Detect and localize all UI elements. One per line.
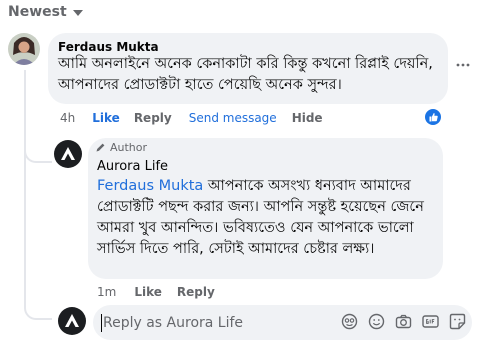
reply-button[interactable]: Reply xyxy=(134,111,172,125)
comment-bubble: Ferdaus Mukta আমি অনলাইনে অনেক কেনাকাটা … xyxy=(48,33,448,104)
reply-bubble: Author Aurora Life Ferdaus Mukta আপনাকে … xyxy=(88,138,443,279)
reply-reply-button[interactable]: Reply xyxy=(177,285,215,299)
reply-like-button[interactable]: Like xyxy=(134,285,162,299)
thread-connector xyxy=(24,306,52,320)
hide-button[interactable]: Hide xyxy=(292,111,323,125)
sticker-icon[interactable] xyxy=(449,313,466,330)
composer-tools xyxy=(341,313,466,330)
text-cursor xyxy=(101,314,102,332)
thread-line xyxy=(24,70,26,306)
camera-icon[interactable] xyxy=(395,313,412,330)
commenter-avatar[interactable] xyxy=(8,33,40,65)
chevron-down-icon xyxy=(72,10,83,16)
reply-text: Ferdaus Mukta আপনাকে অসংখ্য ধন্যবাদ আমাদ… xyxy=(97,176,437,260)
avatar-sticker-icon[interactable] xyxy=(341,313,358,330)
like-reaction-icon[interactable] xyxy=(425,109,441,125)
author-badge: Author xyxy=(95,141,147,154)
sort-dropdown[interactable]: Newest xyxy=(8,3,83,21)
author-badge-label: Author xyxy=(110,141,148,154)
reply-input[interactable] xyxy=(103,305,328,340)
composer-avatar xyxy=(58,307,86,335)
emoji-icon[interactable] xyxy=(368,313,385,330)
reply-author[interactable]: Aurora Life xyxy=(97,159,168,174)
comment-author[interactable]: Ferdaus Mukta xyxy=(58,40,159,54)
pencil-icon xyxy=(96,143,105,152)
more-options-icon[interactable] xyxy=(456,58,470,72)
thread-connector xyxy=(24,149,52,163)
gif-icon[interactable] xyxy=(422,313,439,330)
reply-actions: 1m Like Reply xyxy=(97,284,215,300)
reply-time[interactable]: 1m xyxy=(97,285,116,299)
page-avatar[interactable] xyxy=(54,140,82,168)
comment-actions: 4h Like Reply Send message Hide xyxy=(60,110,323,126)
sort-label: Newest xyxy=(8,4,67,20)
reply-composer xyxy=(93,305,472,340)
send-message-button[interactable]: Send message xyxy=(189,111,277,125)
comment-time[interactable]: 4h xyxy=(60,111,75,125)
like-button[interactable]: Like xyxy=(92,111,120,125)
comment-text: আমি অনলাইনে অনেক কেনাকাটা করি কিন্তু কখন… xyxy=(58,56,433,93)
mention-link[interactable]: Ferdaus Mukta xyxy=(97,178,203,194)
